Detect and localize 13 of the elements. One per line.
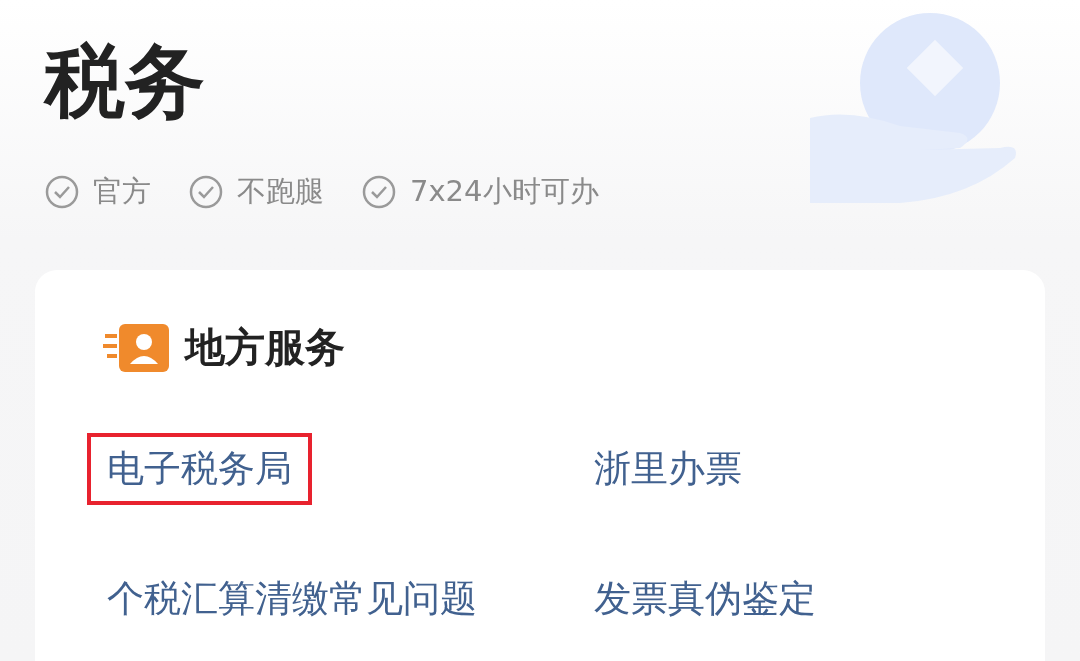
service-link[interactable]: 个税汇算清缴常见问题 — [87, 563, 497, 636]
check-circle-icon — [362, 175, 396, 209]
contact-card-icon — [103, 321, 171, 374]
check-circle-icon — [45, 175, 79, 209]
service-link[interactable]: 电子税务局 — [87, 433, 312, 506]
section-title: 地方服务 — [185, 323, 345, 372]
check-circle-icon — [189, 175, 223, 209]
feature-label: 7x24小时可办 — [410, 173, 599, 210]
feature-label: 官方 — [93, 173, 151, 210]
feature-label: 不跑腿 — [237, 173, 324, 210]
page-title: 税务 — [45, 34, 205, 130]
service-link[interactable]: 浙里办票 — [574, 433, 762, 506]
service-link[interactable]: 发票真伪鉴定 — [574, 563, 836, 636]
